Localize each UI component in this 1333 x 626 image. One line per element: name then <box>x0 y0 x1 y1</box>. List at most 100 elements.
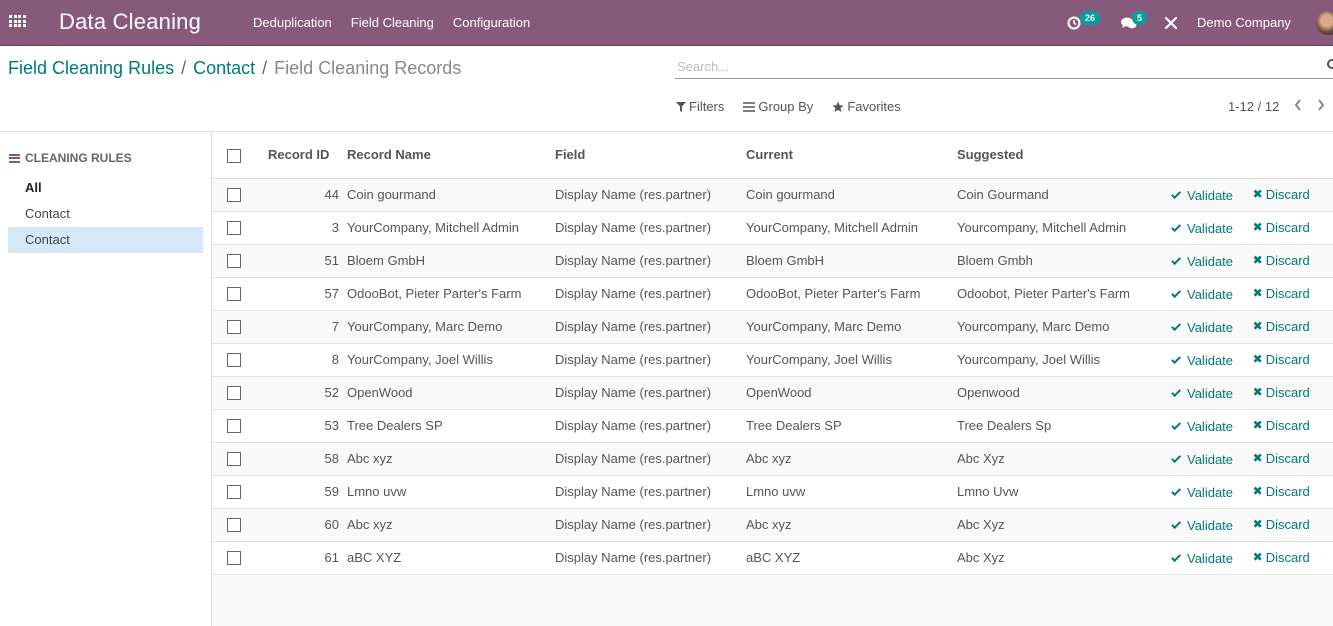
discard-button[interactable]: ✖ Discard <box>1253 319 1310 334</box>
validate-button[interactable]: Validate <box>1171 221 1233 236</box>
validate-button[interactable]: Validate <box>1171 518 1233 533</box>
column-header-record-name[interactable]: Record Name <box>343 132 555 179</box>
row-select-cell <box>212 178 268 212</box>
table-row[interactable]: 57 OdooBot, Pieter Parter's Farm Display… <box>212 277 1333 311</box>
breadcrumb-separator: / <box>181 58 187 78</box>
validate-label: Validate <box>1187 386 1234 401</box>
filters-button[interactable]: Filters <box>676 99 724 114</box>
column-header-suggested[interactable]: Suggested <box>957 132 1173 179</box>
discard-button[interactable]: ✖ Discard <box>1253 451 1310 466</box>
validate-button[interactable]: Validate <box>1171 287 1233 302</box>
favorites-button[interactable]: Favorites <box>832 99 901 114</box>
user-avatar[interactable] <box>1316 11 1333 35</box>
pager-value[interactable]: 1-12 / 12 <box>1228 99 1279 114</box>
discard-button[interactable]: ✖ Discard <box>1253 187 1310 202</box>
search-icon[interactable] <box>1327 59 1333 69</box>
close-icon: ✖ <box>1252 484 1263 498</box>
actions-cell: Validate ✖ Discard <box>1171 310 1333 344</box>
breadcrumb-field-cleaning-rules[interactable]: Field Cleaning Rules <box>8 58 174 79</box>
validate-button[interactable]: Validate <box>1171 320 1233 335</box>
table-row[interactable]: 44 Coin gourmand Display Name (res.partn… <box>212 178 1333 212</box>
table-row[interactable]: 51 Bloem GmbH Display Name (res.partner)… <box>212 244 1333 278</box>
discard-label: Discard <box>1265 285 1310 301</box>
row-checkbox[interactable] <box>227 452 241 467</box>
discard-button[interactable]: ✖ Discard <box>1253 484 1310 499</box>
pager-previous-button[interactable] <box>1294 98 1302 114</box>
record-id-cell: 7 <box>268 310 343 344</box>
table-row[interactable]: 53 Tree Dealers SP Display Name (res.par… <box>212 409 1333 443</box>
row-select-cell <box>212 310 268 344</box>
apps-menu-icon[interactable] <box>9 15 26 29</box>
validate-button[interactable]: Validate <box>1171 353 1233 368</box>
menu-deduplication[interactable]: Deduplication <box>253 15 332 30</box>
debug-tools-button[interactable] <box>1164 0 1178 46</box>
menu-field-cleaning[interactable]: Field Cleaning <box>351 15 434 30</box>
discard-button[interactable]: ✖ Discard <box>1253 385 1310 400</box>
sidebar-item-all[interactable]: All <box>8 175 203 201</box>
row-checkbox[interactable] <box>227 320 241 335</box>
table-row[interactable]: 3 YourCompany, Mitchell Admin Display Na… <box>212 211 1333 245</box>
discard-button[interactable]: ✖ Discard <box>1253 253 1310 268</box>
row-checkbox[interactable] <box>227 353 241 368</box>
messages-button[interactable]: 5 <box>1120 0 1148 46</box>
table-row[interactable]: 52 OpenWood Display Name (res.partner) O… <box>212 376 1333 410</box>
current-value-cell: Tree Dealers SP <box>746 409 957 443</box>
validate-button[interactable]: Validate <box>1171 386 1234 401</box>
menu-configuration[interactable]: Configuration <box>453 15 530 30</box>
breadcrumb-contact[interactable]: Contact <box>193 58 255 79</box>
column-header-field[interactable]: Field <box>555 132 746 179</box>
row-checkbox[interactable] <box>227 386 241 401</box>
close-icon: ✖ <box>1252 187 1263 201</box>
validate-button[interactable]: Validate <box>1171 188 1234 203</box>
close-icon: ✖ <box>1252 253 1263 267</box>
search-input[interactable] <box>675 56 1315 76</box>
row-checkbox[interactable] <box>227 188 241 203</box>
row-checkbox[interactable] <box>227 254 241 269</box>
column-header-record-id[interactable]: Record ID <box>268 132 343 179</box>
sidebar-item-contact-selected[interactable]: Contact <box>8 227 203 253</box>
table-row[interactable]: 59 Lmno uvw Display Name (res.partner) L… <box>212 475 1333 509</box>
discard-button[interactable]: ✖ Discard <box>1253 418 1310 433</box>
row-checkbox[interactable] <box>227 419 241 434</box>
record-name-cell: Abc xyz <box>343 508 555 542</box>
discard-button[interactable]: ✖ Discard <box>1253 220 1310 235</box>
table-row[interactable]: 58 Abc xyz Display Name (res.partner) Ab… <box>212 442 1333 476</box>
column-header-current[interactable]: Current <box>746 132 957 179</box>
discard-button[interactable]: ✖ Discard <box>1253 352 1310 367</box>
pager-next-button[interactable] <box>1317 98 1325 114</box>
discard-button[interactable]: ✖ Discard <box>1253 517 1310 532</box>
validate-button[interactable]: Validate <box>1171 485 1233 500</box>
validate-label: Validate <box>1187 254 1234 269</box>
filter-icon <box>676 101 686 112</box>
discard-button[interactable]: ✖ Discard <box>1253 286 1310 301</box>
row-checkbox[interactable] <box>227 221 241 236</box>
field-cell: Display Name (res.partner) <box>555 376 746 410</box>
row-select-cell <box>212 541 268 575</box>
company-switcher[interactable]: Demo Company <box>1197 15 1291 30</box>
validate-button[interactable]: Validate <box>1171 254 1234 269</box>
activity-button[interactable]: 26 <box>1066 0 1101 46</box>
row-checkbox[interactable] <box>227 287 241 302</box>
table-row[interactable]: 60 Abc xyz Display Name (res.partner) Ab… <box>212 508 1333 542</box>
sidebar-item-contact[interactable]: Contact <box>8 201 203 227</box>
current-value-cell: OdooBot, Pieter Parter's Farm <box>746 277 957 311</box>
app-title[interactable]: Data Cleaning <box>59 9 201 35</box>
suggested-value-cell: Yourcompany, Mitchell Admin <box>957 211 1173 245</box>
discard-label: Discard <box>1265 318 1310 334</box>
check-icon <box>1171 519 1182 530</box>
actions-cell: Validate ✖ Discard <box>1171 244 1333 278</box>
table-row[interactable]: 8 YourCompany, Joel Willis Display Name … <box>212 343 1333 377</box>
validate-button[interactable]: Validate <box>1171 419 1233 434</box>
group-by-button[interactable]: Group By <box>743 99 813 114</box>
row-checkbox[interactable] <box>227 485 241 500</box>
cleaning-records-table: Record ID Record Name Field Current Sugg… <box>212 132 1333 575</box>
table-row[interactable]: 7 YourCompany, Marc Demo Display Name (r… <box>212 310 1333 344</box>
select-all-checkbox[interactable] <box>227 148 241 163</box>
row-checkbox[interactable] <box>227 551 241 566</box>
validate-button[interactable]: Validate <box>1171 551 1233 566</box>
discard-button[interactable]: ✖ Discard <box>1253 550 1310 565</box>
validate-label: Validate <box>1187 188 1234 203</box>
validate-button[interactable]: Validate <box>1171 452 1233 467</box>
table-row[interactable]: 61 aBC XYZ Display Name (res.partner) aB… <box>212 541 1333 575</box>
row-checkbox[interactable] <box>227 518 241 533</box>
